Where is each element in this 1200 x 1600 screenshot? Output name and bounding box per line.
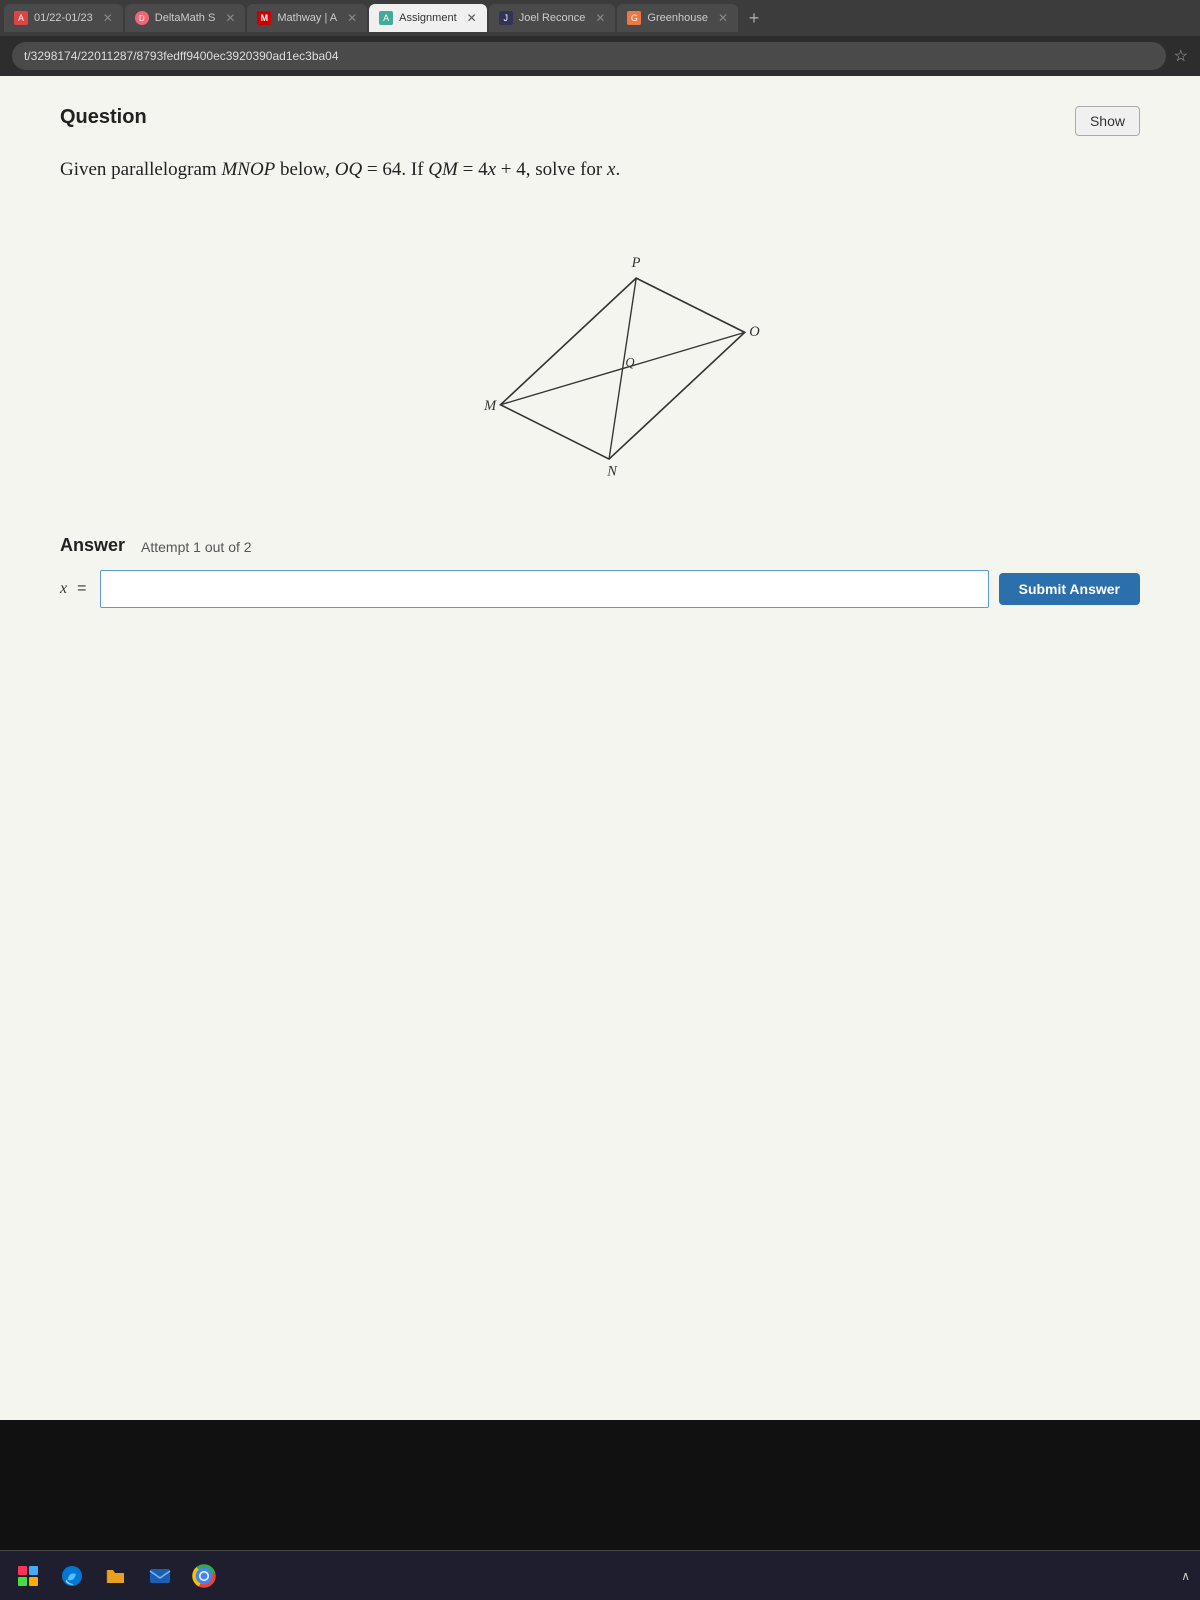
page-content: Question Show Given parallelogram MNOP b… bbox=[0, 76, 1200, 1420]
equals-sign: = bbox=[77, 580, 86, 598]
attempt-text: Attempt 1 out of 2 bbox=[141, 539, 252, 555]
tab-assignment[interactable]: A Assignment ✕ bbox=[369, 4, 487, 32]
content-inner: Question Show Given parallelogram MNOP b… bbox=[0, 76, 1200, 1420]
tab-jo-label: Joel Reconce bbox=[519, 12, 586, 24]
tab-mw-label: Mathway | A bbox=[277, 12, 337, 24]
tab-mw-favicon: M bbox=[257, 11, 271, 25]
answer-row: x = Submit Answer bbox=[60, 570, 1140, 608]
tab-joel[interactable]: J Joel Reconce ✕ bbox=[489, 4, 616, 32]
submit-button[interactable]: Submit Answer bbox=[999, 573, 1140, 605]
tab-gh-close[interactable]: ✕ bbox=[718, 11, 728, 25]
tab-as-favicon: A bbox=[379, 11, 393, 25]
svg-text:M: M bbox=[483, 398, 497, 414]
tab-dm-label: DeltaMath S bbox=[155, 12, 216, 24]
system-tray-caret: ∧ bbox=[1181, 1569, 1190, 1583]
tab-jo-close[interactable]: ✕ bbox=[595, 11, 605, 25]
question-header: Question Show bbox=[60, 106, 1140, 136]
tab-mathway[interactable]: M Mathway | A ✕ bbox=[247, 4, 367, 32]
tab-gh-favicon: G bbox=[627, 11, 641, 25]
tab-deltamath[interactable]: D DeltaMath S ✕ bbox=[125, 4, 246, 32]
address-input[interactable] bbox=[12, 42, 1166, 70]
tab-gh-label: Greenhouse bbox=[647, 12, 708, 24]
tab-as-close[interactable]: ✕ bbox=[467, 11, 477, 25]
svg-text:P: P bbox=[631, 255, 641, 271]
tab-01-22[interactable]: A 01/22-01/23 ✕ bbox=[4, 4, 123, 32]
svg-text:N: N bbox=[606, 463, 618, 479]
answer-input[interactable] bbox=[100, 570, 988, 608]
svg-text:O: O bbox=[749, 324, 760, 340]
tab-bar: A 01/22-01/23 ✕ D DeltaMath S ✕ M Mathwa… bbox=[0, 0, 1200, 36]
new-tab-button[interactable]: + bbox=[740, 4, 768, 32]
chrome-icon[interactable] bbox=[186, 1558, 222, 1594]
show-button[interactable]: Show bbox=[1075, 106, 1140, 136]
address-bar: ☆ bbox=[0, 36, 1200, 76]
tab-dm-close[interactable]: ✕ bbox=[225, 11, 235, 25]
bookmark-icon[interactable]: ☆ bbox=[1174, 46, 1188, 66]
windows-icon[interactable] bbox=[10, 1558, 46, 1594]
tab-mw-close[interactable]: ✕ bbox=[347, 11, 357, 25]
mail-icon[interactable] bbox=[142, 1558, 178, 1594]
tab-greenhouse[interactable]: G Greenhouse ✕ bbox=[617, 4, 738, 32]
taskbar: ∧ bbox=[0, 1550, 1200, 1600]
tab-jo-favicon: J bbox=[499, 11, 513, 25]
files-icon[interactable] bbox=[98, 1558, 134, 1594]
svg-text:Q: Q bbox=[625, 355, 634, 369]
parallelogram-diagram: P O N M Q bbox=[410, 215, 790, 495]
variable-label: x bbox=[60, 580, 67, 598]
tab-as-label: Assignment bbox=[399, 12, 456, 24]
tab-dm-favicon: D bbox=[135, 11, 149, 25]
tab-01-close[interactable]: ✕ bbox=[103, 11, 113, 25]
answer-section: Answer Attempt 1 out of 2 x = Submit Ans… bbox=[60, 535, 1140, 608]
browser-chrome: A 01/22-01/23 ✕ D DeltaMath S ✕ M Mathwa… bbox=[0, 0, 1200, 76]
tab-01-favicon: A bbox=[14, 11, 28, 25]
taskbar-right: ∧ bbox=[1181, 1569, 1190, 1583]
answer-label: Answer bbox=[60, 535, 125, 556]
tab-01-label: 01/22-01/23 bbox=[34, 12, 93, 24]
diagram-area: P O N M Q bbox=[60, 215, 1140, 495]
question-text: Given parallelogram MNOP below, OQ = 64.… bbox=[60, 156, 1140, 185]
question-label: Question bbox=[60, 106, 147, 129]
edge-icon[interactable] bbox=[54, 1558, 90, 1594]
